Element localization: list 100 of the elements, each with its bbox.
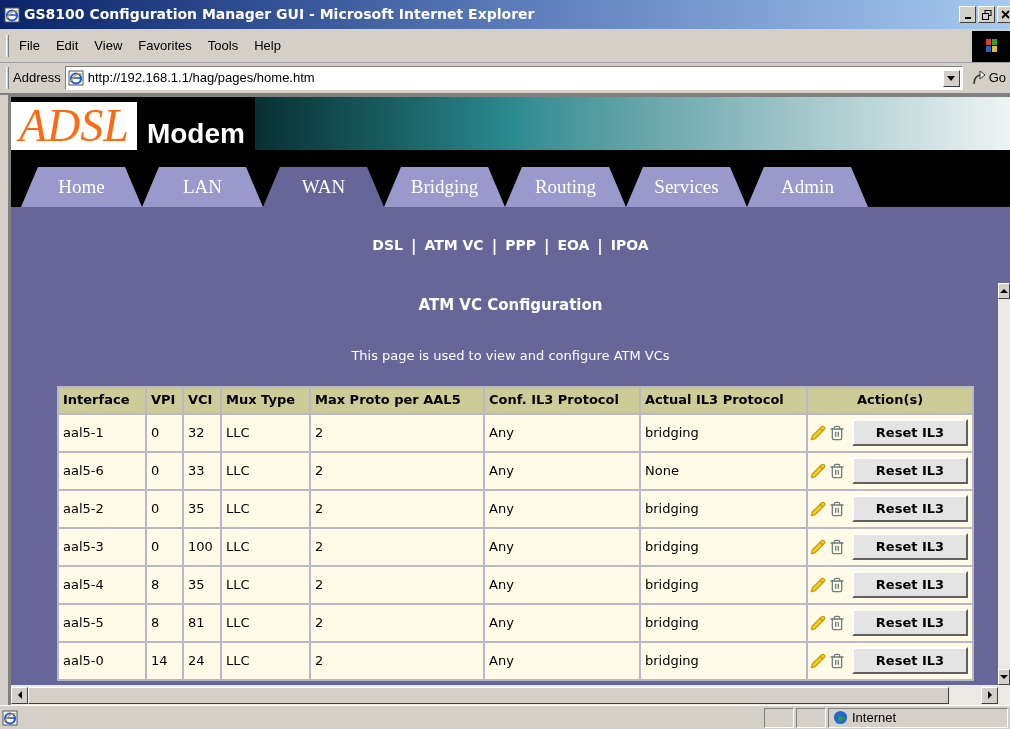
delete-icon[interactable] <box>829 424 845 441</box>
close-button[interactable] <box>997 6 1010 23</box>
window-title: GS8100 Configuration Manager GUI - Microsoft Internet Explorer <box>24 5 535 24</box>
table-cell: 14 <box>146 641 183 680</box>
reset-button[interactable]: Reset IL3 <box>852 609 968 636</box>
menu-item[interactable]: File <box>13 36 46 56</box>
horizontal-scrollbar[interactable] <box>11 685 1010 705</box>
table-cell: Any <box>484 451 640 490</box>
description: This page is used to view and configure ATM VCs <box>351 347 670 365</box>
table-cell: 35 <box>183 489 221 528</box>
menu-item[interactable]: Favorites <box>132 36 198 56</box>
scroll-thumb[interactable] <box>28 686 949 704</box>
zone-label: Internet <box>852 708 897 727</box>
reset-button[interactable]: Reset IL3 <box>852 457 968 484</box>
edit-icon[interactable] <box>810 500 826 517</box>
table-cell: bridging <box>640 413 807 452</box>
table-cell: bridging <box>640 489 807 528</box>
edit-icon[interactable] <box>810 462 826 479</box>
menu-item[interactable]: Tools <box>201 36 245 56</box>
scroll-right-button[interactable] <box>981 686 998 704</box>
edit-icon[interactable] <box>810 576 826 593</box>
reset-button[interactable]: Reset IL3 <box>852 533 968 560</box>
sub-nav-link[interactable]: PPP <box>505 235 536 258</box>
table-cell: aal5-5 <box>58 603 146 642</box>
edit-icon[interactable] <box>810 424 826 441</box>
vertical-scrollbar[interactable] <box>998 283 1010 685</box>
delete-icon[interactable] <box>829 500 845 517</box>
table-cell: 2 <box>310 451 484 490</box>
table-cell: 2 <box>310 565 484 604</box>
table-cell: 0 <box>146 527 183 566</box>
restore-button[interactable] <box>978 6 995 23</box>
table-cell: aal5-3 <box>58 527 146 566</box>
table-cell: None <box>640 451 807 490</box>
table-cell: bridging <box>640 565 807 604</box>
sub-nav-link[interactable]: EOA <box>557 235 590 258</box>
table-cell: Any <box>484 641 640 680</box>
delete-icon[interactable] <box>829 576 845 593</box>
edit-icon[interactable] <box>810 652 826 669</box>
status-pane <box>764 707 794 728</box>
table-cell: Any <box>484 489 640 528</box>
section-title: ATM VC Configuration <box>418 294 603 316</box>
table-cell: 2 <box>310 641 484 680</box>
table-cell: 2 <box>310 527 484 566</box>
table-cell: 2 <box>310 603 484 642</box>
reset-button[interactable]: Reset IL3 <box>852 571 968 598</box>
go-arrow-icon <box>970 70 987 86</box>
table-cell: 24 <box>183 641 221 680</box>
column-header: Max Proto per AAL5 <box>310 386 484 414</box>
separator: | <box>491 236 498 257</box>
scroll-left-button[interactable] <box>11 686 28 704</box>
table-cell: 8 <box>146 603 183 642</box>
delete-icon[interactable] <box>829 652 845 669</box>
status-pane <box>796 707 826 728</box>
go-button[interactable]: Go <box>966 68 1010 88</box>
arrow-icon <box>1000 673 1008 681</box>
arrow-icon <box>1000 287 1008 295</box>
table-cell: aal5-2 <box>58 489 146 528</box>
reset-button[interactable]: Reset IL3 <box>852 495 968 522</box>
table-cell: 2 <box>310 413 484 452</box>
table-cell: aal5-0 <box>58 641 146 680</box>
globe-icon <box>833 710 848 725</box>
column-header: Mux Type <box>221 386 310 414</box>
separator: | <box>410 236 417 257</box>
table-cell: LLC <box>221 565 310 604</box>
table-cell: LLC <box>221 641 310 680</box>
delete-icon[interactable] <box>829 538 845 555</box>
table-cell: LLC <box>221 527 310 566</box>
table-cell: LLC <box>221 451 310 490</box>
minimize-icon <box>964 16 971 19</box>
table-cell: aal5-1 <box>58 413 146 452</box>
column-header: VCI <box>183 386 221 414</box>
edit-icon[interactable] <box>810 614 826 631</box>
sub-nav-link[interactable]: DSL <box>372 235 403 258</box>
minimize-button[interactable] <box>959 6 976 23</box>
delete-icon[interactable] <box>829 462 845 479</box>
column-header: Action(s) <box>807 386 973 414</box>
menu-item[interactable]: View <box>88 36 129 56</box>
edit-icon[interactable] <box>810 538 826 555</box>
delete-icon[interactable] <box>829 614 845 631</box>
sub-nav-link[interactable]: ATM VC <box>424 235 484 258</box>
column-header: Interface <box>58 386 146 414</box>
table-cell: 8 <box>146 565 183 604</box>
nav-tab[interactable]: WAN <box>263 167 384 207</box>
table-cell: bridging <box>640 641 807 680</box>
banner-title: Modem <box>146 120 245 148</box>
table-cell: 2 <box>310 489 484 528</box>
table-cell: bridging <box>640 527 807 566</box>
reset-button[interactable]: Reset IL3 <box>852 647 968 674</box>
dropdown-button[interactable] <box>942 69 960 87</box>
reset-button[interactable]: Reset IL3 <box>852 419 968 446</box>
table-cell: 33 <box>183 451 221 490</box>
table-cell: aal5-4 <box>58 565 146 604</box>
sub-nav-link[interactable]: IPOA <box>610 235 649 258</box>
separator: | <box>543 236 550 257</box>
table-cell: 0 <box>146 413 183 452</box>
address-field[interactable]: http://192.168.1.1/hag/pages/home.htm <box>64 66 963 90</box>
table-cell: Any <box>484 527 640 566</box>
menu-item[interactable]: Edit <box>49 36 85 56</box>
table-cell: 32 <box>183 413 221 452</box>
menu-item[interactable]: Help <box>248 36 287 56</box>
